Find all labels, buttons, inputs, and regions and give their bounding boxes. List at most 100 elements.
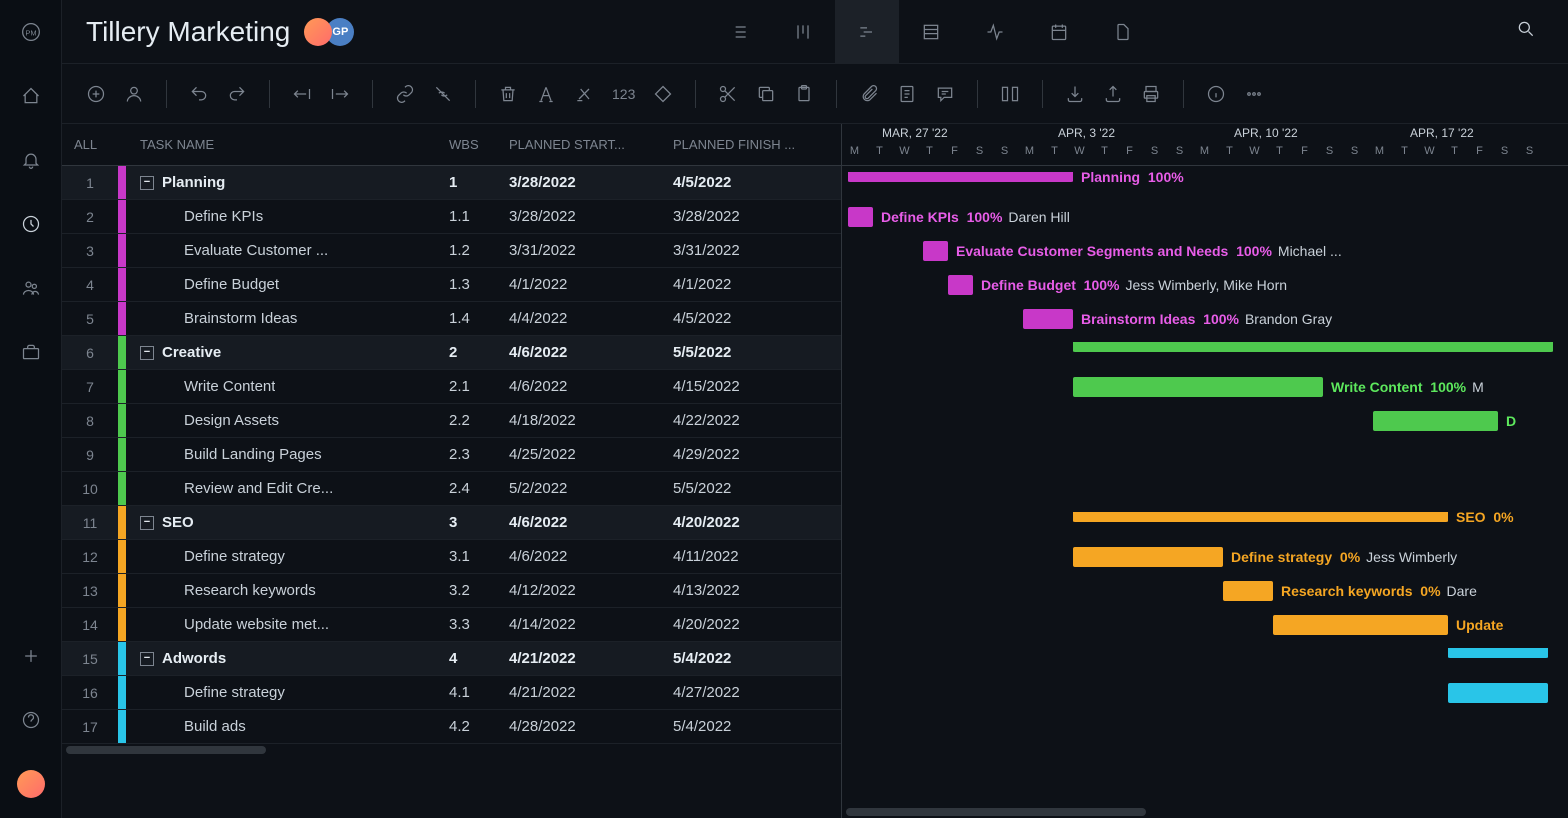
task-name[interactable]: Build Landing Pages bbox=[126, 446, 449, 463]
more-icon[interactable] bbox=[1244, 84, 1264, 104]
indent-icon[interactable] bbox=[330, 84, 350, 104]
task-name[interactable]: Update website met... bbox=[126, 616, 449, 633]
finish-cell[interactable]: 4/29/2022 bbox=[673, 446, 841, 463]
collapse-icon[interactable]: − bbox=[140, 652, 154, 666]
finish-cell[interactable]: 4/1/2022 bbox=[673, 276, 841, 293]
task-name[interactable]: −SEO bbox=[126, 514, 449, 531]
task-row[interactable]: 11 −SEO 3 4/6/2022 4/20/2022 bbox=[62, 506, 841, 540]
start-cell[interactable]: 3/28/2022 bbox=[509, 208, 673, 225]
bell-icon[interactable] bbox=[17, 146, 45, 174]
milestone-icon[interactable] bbox=[653, 84, 673, 104]
avatar[interactable] bbox=[304, 18, 332, 46]
task-row[interactable]: 10 Review and Edit Cre... 2.4 5/2/2022 5… bbox=[62, 472, 841, 506]
finish-cell[interactable]: 4/20/2022 bbox=[673, 616, 841, 633]
outdent-icon[interactable] bbox=[292, 84, 312, 104]
clear-format-icon[interactable] bbox=[574, 84, 594, 104]
gantt-bar[interactable]: Define strategy 0%Jess Wimberly bbox=[1073, 547, 1223, 567]
print-icon[interactable] bbox=[1141, 84, 1161, 104]
task-name[interactable]: Research keywords bbox=[126, 582, 449, 599]
finish-cell[interactable]: 5/5/2022 bbox=[673, 344, 841, 361]
search-icon[interactable] bbox=[1508, 11, 1544, 52]
assign-icon[interactable] bbox=[124, 84, 144, 104]
home-icon[interactable] bbox=[17, 82, 45, 110]
finish-cell[interactable]: 4/11/2022 bbox=[673, 548, 841, 565]
finish-cell[interactable]: 5/5/2022 bbox=[673, 480, 841, 497]
export-icon[interactable] bbox=[1103, 84, 1123, 104]
task-name[interactable]: −Creative bbox=[126, 344, 449, 361]
task-row[interactable]: 14 Update website met... 3.3 4/14/2022 4… bbox=[62, 608, 841, 642]
start-cell[interactable]: 4/6/2022 bbox=[509, 344, 673, 361]
add-task-icon[interactable] bbox=[86, 84, 106, 104]
col-wbs[interactable]: WBS bbox=[449, 137, 509, 152]
number-format[interactable]: 123 bbox=[612, 86, 635, 102]
briefcase-icon[interactable] bbox=[17, 338, 45, 366]
task-row[interactable]: 4 Define Budget 1.3 4/1/2022 4/1/2022 bbox=[62, 268, 841, 302]
task-name[interactable]: Build ads bbox=[126, 718, 449, 735]
task-row[interactable]: 3 Evaluate Customer ... 1.2 3/31/2022 3/… bbox=[62, 234, 841, 268]
start-cell[interactable]: 4/4/2022 bbox=[509, 310, 673, 327]
logo-icon[interactable]: PM bbox=[17, 18, 45, 46]
finish-cell[interactable]: 4/13/2022 bbox=[673, 582, 841, 599]
file-view-icon[interactable] bbox=[1091, 0, 1155, 64]
copy-icon[interactable] bbox=[756, 84, 776, 104]
collapse-icon[interactable]: − bbox=[140, 346, 154, 360]
task-row[interactable]: 6 −Creative 2 4/6/2022 5/5/2022 bbox=[62, 336, 841, 370]
task-name[interactable]: Define strategy bbox=[126, 684, 449, 701]
finish-cell[interactable]: 4/20/2022 bbox=[673, 514, 841, 531]
gantt-bar[interactable] bbox=[1073, 342, 1553, 352]
finish-cell[interactable]: 5/4/2022 bbox=[673, 650, 841, 667]
gantt-bar[interactable]: Evaluate Customer Segments and Needs 100… bbox=[923, 241, 948, 261]
start-cell[interactable]: 4/12/2022 bbox=[509, 582, 673, 599]
task-name[interactable]: Evaluate Customer ... bbox=[126, 242, 449, 259]
gantt-view-icon[interactable] bbox=[835, 0, 899, 64]
collapse-icon[interactable]: − bbox=[140, 176, 154, 190]
project-members[interactable]: GP bbox=[310, 18, 354, 46]
start-cell[interactable]: 4/6/2022 bbox=[509, 548, 673, 565]
start-cell[interactable]: 4/6/2022 bbox=[509, 514, 673, 531]
calendar-view-icon[interactable] bbox=[1027, 0, 1091, 64]
gantt-bar[interactable]: D bbox=[1373, 411, 1498, 431]
task-name[interactable]: Define strategy bbox=[126, 548, 449, 565]
delete-icon[interactable] bbox=[498, 84, 518, 104]
finish-cell[interactable]: 4/15/2022 bbox=[673, 378, 841, 395]
cut-icon[interactable] bbox=[718, 84, 738, 104]
gantt-bar[interactable]: Brainstorm Ideas 100%Brandon Gray bbox=[1023, 309, 1073, 329]
task-row[interactable]: 8 Design Assets 2.2 4/18/2022 4/22/2022 bbox=[62, 404, 841, 438]
task-name[interactable]: Write Content bbox=[126, 378, 449, 395]
finish-cell[interactable]: 4/27/2022 bbox=[673, 684, 841, 701]
gantt-bar[interactable]: Planning 100% bbox=[848, 172, 1073, 182]
notes-icon[interactable] bbox=[897, 84, 917, 104]
finish-cell[interactable]: 3/28/2022 bbox=[673, 208, 841, 225]
task-row[interactable]: 15 −Adwords 4 4/21/2022 5/4/2022 bbox=[62, 642, 841, 676]
import-icon[interactable] bbox=[1065, 84, 1085, 104]
task-row[interactable]: 16 Define strategy 4.1 4/21/2022 4/27/20… bbox=[62, 676, 841, 710]
undo-icon[interactable] bbox=[189, 84, 209, 104]
finish-cell[interactable]: 4/5/2022 bbox=[673, 174, 841, 191]
gantt-bar[interactable]: Define KPIs 100%Daren Hill bbox=[848, 207, 873, 227]
start-cell[interactable]: 5/2/2022 bbox=[509, 480, 673, 497]
start-cell[interactable]: 3/28/2022 bbox=[509, 174, 673, 191]
start-cell[interactable]: 4/21/2022 bbox=[509, 650, 673, 667]
task-row[interactable]: 5 Brainstorm Ideas 1.4 4/4/2022 4/5/2022 bbox=[62, 302, 841, 336]
sheet-view-icon[interactable] bbox=[899, 0, 963, 64]
info-icon[interactable] bbox=[1206, 84, 1226, 104]
task-name[interactable]: −Planning bbox=[126, 174, 449, 191]
clock-icon[interactable] bbox=[17, 210, 45, 238]
attachment-icon[interactable] bbox=[859, 84, 879, 104]
comment-icon[interactable] bbox=[935, 84, 955, 104]
font-icon[interactable] bbox=[536, 84, 556, 104]
team-icon[interactable] bbox=[17, 274, 45, 302]
col-all[interactable]: ALL bbox=[62, 137, 118, 152]
task-name[interactable]: −Adwords bbox=[126, 650, 449, 667]
start-cell[interactable]: 3/31/2022 bbox=[509, 242, 673, 259]
gantt-bar[interactable] bbox=[1448, 648, 1548, 658]
start-cell[interactable]: 4/18/2022 bbox=[509, 412, 673, 429]
task-row[interactable]: 1 −Planning 1 3/28/2022 4/5/2022 bbox=[62, 166, 841, 200]
start-cell[interactable]: 4/1/2022 bbox=[509, 276, 673, 293]
start-cell[interactable]: 4/25/2022 bbox=[509, 446, 673, 463]
col-name[interactable]: TASK NAME bbox=[126, 137, 449, 152]
col-start[interactable]: PLANNED START... bbox=[509, 137, 673, 152]
start-cell[interactable]: 4/6/2022 bbox=[509, 378, 673, 395]
task-row[interactable]: 17 Build ads 4.2 4/28/2022 5/4/2022 bbox=[62, 710, 841, 744]
gantt-bar[interactable] bbox=[1448, 683, 1548, 703]
